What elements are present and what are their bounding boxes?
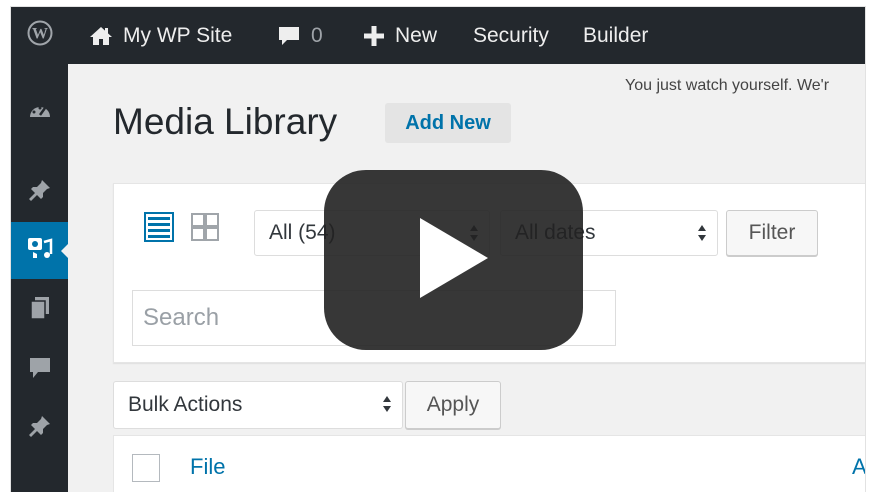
filter-button[interactable]: Filter: [726, 210, 818, 256]
builder-menu[interactable]: Builder: [583, 7, 648, 64]
dashboard-icon: [28, 100, 52, 127]
security-menu[interactable]: Security: [473, 7, 549, 64]
select-all-checkbox[interactable]: [132, 454, 160, 482]
media-icon: [27, 236, 53, 265]
site-name-label: My WP Site: [123, 23, 233, 47]
column-author[interactable]: Au: [852, 454, 865, 480]
bulk-actions-value: Bulk Actions: [128, 393, 243, 416]
pin-icon: [28, 414, 52, 443]
page-title: Media Library: [113, 101, 338, 142]
site-name-link[interactable]: My WP Site: [89, 7, 232, 64]
add-new-button[interactable]: Add New: [385, 103, 511, 143]
sidebar-item-dashboard[interactable]: [11, 85, 68, 142]
comments-link[interactable]: 0: [277, 7, 323, 64]
sidebar-item-pages[interactable]: [11, 282, 68, 339]
admin-bar: W My WP Site 0 New Security Builder: [11, 7, 865, 64]
sidebar-item-comments[interactable]: [11, 342, 68, 399]
select-arrows-icon: [382, 394, 392, 414]
notice-text: You just watch yourself. We'r: [625, 77, 830, 94]
sidebar-item-posts[interactable]: [11, 164, 68, 221]
wordpress-logo-icon: W: [27, 20, 53, 52]
apply-button[interactable]: Apply: [405, 381, 501, 429]
admin-sidebar: [11, 64, 69, 492]
svg-text:W: W: [32, 25, 48, 42]
select-arrows-icon: [697, 223, 707, 243]
sidebar-item-media[interactable]: [11, 222, 69, 279]
comments-icon: [28, 356, 52, 385]
column-file[interactable]: File: [190, 454, 225, 480]
sidebar-item-pin[interactable]: [11, 400, 68, 457]
home-icon: [89, 25, 113, 47]
builder-label: Builder: [583, 23, 649, 47]
current-menu-arrow: [61, 242, 69, 259]
wordpress-logo-button[interactable]: W: [27, 7, 53, 64]
media-table-header: File Au: [113, 435, 865, 492]
new-content-link[interactable]: New: [363, 7, 437, 64]
comment-bubble-icon: [277, 25, 301, 47]
new-label: New: [395, 23, 438, 47]
play-button-icon: [416, 214, 492, 307]
grid-view-icon[interactable]: [190, 212, 220, 247]
video-thumbnail-frame: W My WP Site 0 New Security Builder You …: [10, 6, 866, 492]
pages-icon: [29, 296, 51, 325]
plus-icon: [363, 25, 385, 47]
list-view-icon[interactable]: [144, 212, 174, 247]
comments-count: 0: [311, 23, 323, 47]
pin-icon: [28, 178, 52, 207]
play-button[interactable]: [324, 170, 583, 350]
security-label: Security: [473, 23, 549, 47]
bulk-actions-select[interactable]: Bulk Actions: [113, 381, 403, 429]
